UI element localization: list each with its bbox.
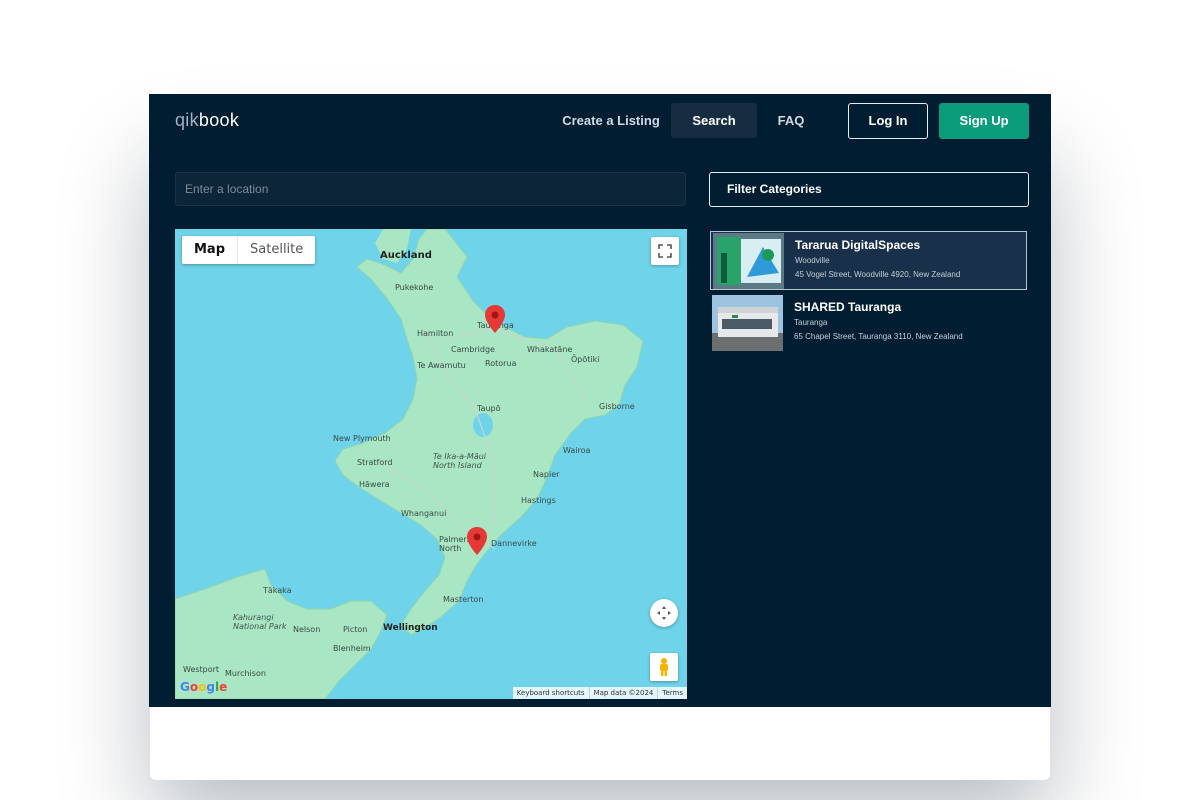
map-label-kahurangi: Kahurangi National Park <box>233 613 287 631</box>
listing-thumbnail <box>712 295 783 351</box>
listing-city: Woodville <box>795 256 830 265</box>
nav-create-listing[interactable]: Create a Listing <box>555 103 667 138</box>
map-label-gisborne: Gisborne <box>599 402 635 411</box>
google-logo: Google <box>180 680 228 694</box>
location-input[interactable] <box>175 172 686 206</box>
map-label-dannevirke: Dannevirke <box>491 539 537 548</box>
map-label-opotiki: Ōpōtiki <box>571 355 600 364</box>
logo-prefix: qik <box>175 110 199 130</box>
map-type-toggle: Map Satellite <box>182 236 316 264</box>
map-marker-woodville[interactable] <box>467 527 487 555</box>
listing-title: Tararua DigitalSpaces <box>795 238 921 252</box>
map-label-taupo: Taupō <box>477 404 501 413</box>
map-view[interactable]: Map Satellite Auckland Pukekohe Hamilton… <box>175 229 687 699</box>
listing-title: SHARED Tauranga <box>794 300 902 314</box>
signup-button[interactable]: Sign Up <box>939 103 1029 139</box>
map-label-picton: Picton <box>343 625 368 634</box>
map-label-napier: Napier <box>533 470 560 479</box>
map-label-whanganui: Whanganui <box>401 509 447 518</box>
listing-address: 65 Chapel Street, Tauranga 3110, New Zea… <box>794 332 963 341</box>
login-button[interactable]: Log In <box>848 103 928 139</box>
nav-faq[interactable]: FAQ <box>771 103 811 138</box>
logo[interactable]: qikbook <box>175 110 239 131</box>
street-view-pegman-icon[interactable] <box>650 653 678 681</box>
map-marker-tauranga[interactable] <box>485 305 505 333</box>
map-label-hastings: Hastings <box>521 496 556 505</box>
map-label-te-awamutu: Te Awamutu <box>417 361 466 370</box>
map-type-satellite[interactable]: Satellite <box>237 236 315 264</box>
map-label-westport: Westport <box>183 665 220 674</box>
filter-categories-button[interactable]: Filter Categories <box>709 172 1029 207</box>
map-label-rotorua: Rotorua <box>485 359 517 368</box>
nav-search[interactable]: Search <box>671 103 757 138</box>
map-label-wellington: Wellington <box>383 623 438 633</box>
map-label-whakatane: Whakatāne <box>527 345 573 354</box>
map-data-credit: Map data ©2024 <box>588 687 658 699</box>
app-window: qikbook Create a Listing Search FAQ Log … <box>149 94 1051 707</box>
map-label-stratford: Stratford <box>357 458 393 467</box>
map-footer: Keyboard shortcuts Map data ©2024 Terms <box>512 687 687 699</box>
listing-item[interactable]: Tararua DigitalSpaces Woodville 45 Vogel… <box>710 231 1027 290</box>
map-label-masterton: Masterton <box>443 595 484 604</box>
listing-address: 45 Vogel Street, Woodville 4920, New Zea… <box>795 270 961 279</box>
map-label-new-plymouth: New Plymouth <box>333 434 391 443</box>
logo-suffix: book <box>198 110 240 130</box>
map-label-blenheim: Blenheim <box>333 644 371 653</box>
map-label-auckland: Auckland <box>380 250 432 261</box>
map-label-cambridge: Cambridge <box>451 345 495 354</box>
map-label-murchison: Murchison <box>225 669 266 678</box>
map-label-takaka: Tākaka <box>263 586 292 595</box>
map-label-hawera: Hāwera <box>359 480 390 489</box>
listing-item[interactable]: SHARED Tauranga Tauranga 65 Chapel Stree… <box>710 294 1027 353</box>
camera-control-icon[interactable] <box>650 599 678 627</box>
map-label-hamilton: Hamilton <box>417 329 454 338</box>
map-type-map[interactable]: Map <box>182 236 237 264</box>
fullscreen-icon[interactable] <box>651 237 679 265</box>
map-label-north-island: Te Ika-a-Māui North Island <box>433 452 487 470</box>
listing-city: Tauranga <box>794 318 828 327</box>
terms-link[interactable]: Terms <box>657 687 687 699</box>
map-label-wairoa: Wairoa <box>563 446 591 455</box>
map-label-nelson: Nelson <box>293 625 321 634</box>
map-label-pukekohe: Pukekohe <box>395 283 434 292</box>
keyboard-shortcuts-link[interactable]: Keyboard shortcuts <box>513 687 589 699</box>
listing-thumbnail <box>713 233 784 289</box>
